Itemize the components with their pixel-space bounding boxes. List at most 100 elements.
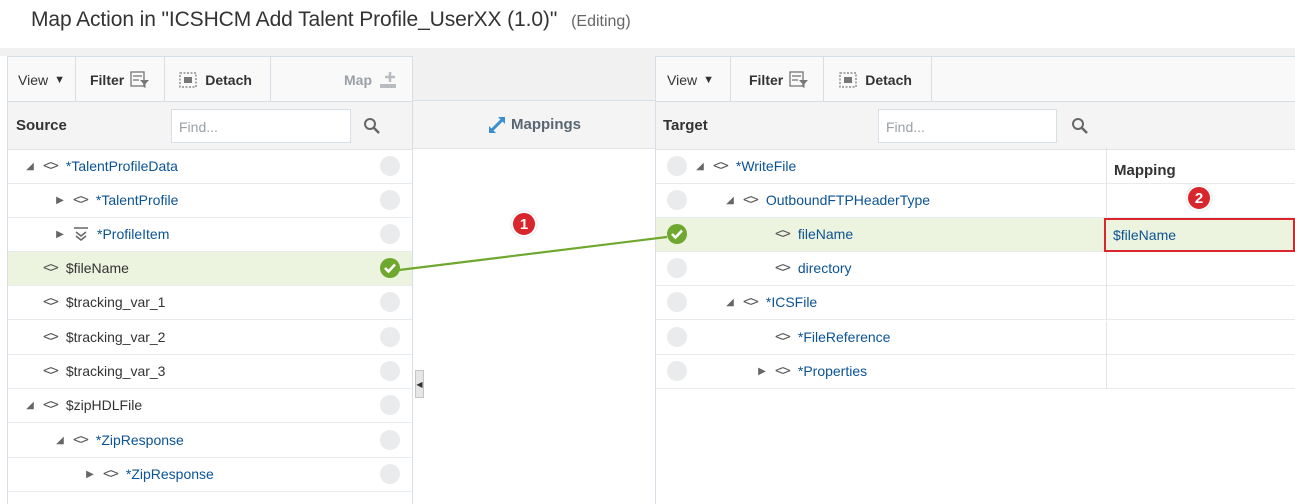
source-row[interactable]: ▶ <> * TalentProfile bbox=[8, 184, 412, 218]
map-status-icon[interactable] bbox=[380, 224, 400, 244]
target-filter-button[interactable]: Filter bbox=[731, 57, 825, 102]
mapping-cell[interactable] bbox=[1106, 286, 1295, 320]
collapsed-icon[interactable]: ▶ bbox=[757, 366, 767, 377]
detach-icon bbox=[839, 71, 857, 88]
expanded-icon[interactable]: ◢ bbox=[695, 161, 705, 172]
collapsed-icon[interactable]: ▶ bbox=[55, 195, 65, 206]
map-status-icon[interactable] bbox=[667, 190, 687, 210]
map-status-icon[interactable] bbox=[380, 292, 400, 312]
source-row[interactable]: ◢ <> * TalentProfileData bbox=[8, 150, 412, 184]
source-filter-button[interactable]: Filter bbox=[76, 57, 166, 102]
node-label: fileName bbox=[797, 226, 854, 242]
mapped-check-icon[interactable] bbox=[380, 258, 400, 278]
search-icon[interactable] bbox=[1071, 117, 1089, 135]
expanded-icon[interactable]: ◢ bbox=[25, 400, 35, 411]
element-icon: <> bbox=[43, 397, 59, 413]
expanded-icon[interactable]: ◢ bbox=[725, 297, 735, 308]
caret-left-icon: ◀ bbox=[416, 379, 423, 389]
node-label: ICSFile bbox=[771, 294, 818, 310]
collapsed-icon[interactable]: ▶ bbox=[85, 469, 95, 480]
node-label: $tracking_var_2 bbox=[65, 329, 166, 345]
source-row[interactable]: ▶ <> * ZipResponse bbox=[8, 458, 412, 492]
detach-label: Detach bbox=[865, 71, 912, 88]
target-row[interactable]: ▶ <> * Properties bbox=[656, 355, 1295, 389]
source-detach-button[interactable]: Detach bbox=[165, 57, 271, 102]
source-panel: View ▼ Filter Detach Map Source Find... … bbox=[7, 56, 413, 504]
page-header: Map Action in "ICSHCM Add Talent Profile… bbox=[0, 0, 1295, 48]
mappings-icon bbox=[488, 116, 506, 133]
source-toolbar: View ▼ Filter Detach Map bbox=[8, 57, 412, 102]
node-label: TalentProfile bbox=[101, 192, 179, 208]
map-status-icon[interactable] bbox=[667, 258, 687, 278]
filter-icon bbox=[789, 70, 809, 88]
map-status-icon[interactable] bbox=[667, 361, 687, 381]
repeating-element-icon bbox=[74, 227, 88, 241]
element-icon: <> bbox=[743, 192, 759, 208]
mappings-toolbar-gap bbox=[413, 56, 655, 101]
search-icon[interactable] bbox=[363, 117, 381, 135]
node-label: ProfileItem bbox=[102, 226, 170, 242]
node-label: $zipHDLFile bbox=[65, 397, 143, 413]
source-row[interactable]: · <> $tracking_var_3 bbox=[8, 355, 412, 389]
element-icon: <> bbox=[73, 192, 89, 208]
mapping-cell[interactable] bbox=[1106, 321, 1295, 355]
source-row-selected[interactable]: · <> $fileName bbox=[8, 252, 412, 286]
element-icon: <> bbox=[775, 260, 791, 276]
target-view-menu[interactable]: View ▼ bbox=[656, 57, 731, 102]
mapped-check-icon[interactable] bbox=[667, 224, 687, 244]
source-row[interactable]: ◢ <> * ZipResponse bbox=[8, 424, 412, 458]
target-find-input[interactable]: Find... bbox=[878, 109, 1057, 143]
mapping-value[interactable]: $fileName bbox=[1104, 218, 1295, 252]
source-find-input[interactable]: Find... bbox=[171, 109, 351, 143]
node-label: $tracking_var_1 bbox=[65, 294, 166, 310]
page-title: Map Action in "ICSHCM Add Talent Profile… bbox=[31, 8, 558, 31]
map-status-icon[interactable] bbox=[380, 395, 400, 415]
mapping-cell[interactable] bbox=[1106, 355, 1295, 389]
target-row[interactable]: · <> directory bbox=[656, 252, 1295, 286]
map-status-icon[interactable] bbox=[380, 430, 400, 450]
map-status-icon[interactable] bbox=[380, 190, 400, 210]
collapse-splitter[interactable]: ◀ bbox=[415, 370, 424, 398]
callout-badge-1: 1 bbox=[511, 211, 537, 237]
mapping-cell[interactable] bbox=[1106, 252, 1295, 286]
map-status-icon[interactable] bbox=[667, 292, 687, 312]
map-status-icon[interactable] bbox=[667, 327, 687, 347]
caret-down-icon: ▼ bbox=[703, 73, 714, 86]
node-label: ZipResponse bbox=[131, 466, 214, 482]
source-row[interactable]: · <> $tracking_var_2 bbox=[8, 321, 412, 355]
map-icon bbox=[380, 71, 396, 88]
source-title: Source bbox=[16, 117, 67, 134]
source-row[interactable]: · <> $tracking_var_1 bbox=[8, 286, 412, 320]
map-status-icon[interactable] bbox=[667, 156, 687, 176]
source-view-menu[interactable]: View ▼ bbox=[8, 57, 76, 102]
expanded-icon[interactable]: ◢ bbox=[25, 161, 35, 172]
node-label: directory bbox=[797, 260, 852, 276]
target-row[interactable]: ◢ <> * WriteFile bbox=[656, 150, 1295, 184]
filter-label: Filter bbox=[748, 71, 784, 88]
expanded-icon[interactable]: ◢ bbox=[725, 195, 735, 206]
map-status-icon[interactable] bbox=[380, 327, 400, 347]
element-icon: <> bbox=[103, 466, 119, 482]
target-row-selected[interactable]: · <> fileName $fileName bbox=[656, 218, 1295, 252]
target-toolbar: View ▼ Filter Detach bbox=[656, 57, 1295, 102]
view-label: View bbox=[667, 71, 698, 88]
node-label: WriteFile bbox=[741, 158, 797, 174]
source-map-button[interactable]: Map bbox=[344, 57, 412, 102]
target-row[interactable]: ◢ <> * ICSFile bbox=[656, 286, 1295, 320]
collapsed-icon[interactable]: ▶ bbox=[55, 229, 65, 240]
callout-badge-2: 2 bbox=[1186, 185, 1212, 211]
map-status-icon[interactable] bbox=[380, 156, 400, 176]
map-status-icon[interactable] bbox=[380, 464, 400, 484]
element-icon: <> bbox=[713, 158, 729, 174]
target-detach-button[interactable]: Detach bbox=[824, 57, 932, 102]
header-divider bbox=[0, 48, 1295, 56]
source-row[interactable]: ▶ * ProfileItem bbox=[8, 218, 412, 252]
target-row[interactable]: · <> *FileReference bbox=[656, 321, 1295, 355]
source-row[interactable]: ◢ <> $zipHDLFile bbox=[8, 389, 412, 423]
mapping-cell[interactable] bbox=[1106, 150, 1295, 184]
detach-icon bbox=[179, 71, 197, 88]
target-column-header: Target Find... Mapping bbox=[656, 102, 1295, 195]
expanded-icon[interactable]: ◢ bbox=[55, 435, 65, 446]
map-status-icon[interactable] bbox=[380, 361, 400, 381]
